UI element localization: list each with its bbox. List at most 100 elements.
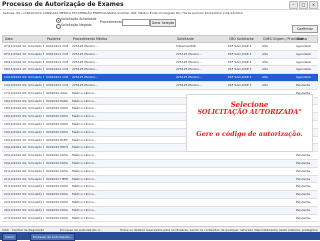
table-row[interactable]: 21/12/2012 09: Simulado 930202010 DOSAGE… <box>2 168 318 176</box>
header-status[interactable]: Status <box>297 36 319 42</box>
table-cell: Médico Clínico... <box>72 215 97 220</box>
table-row[interactable]: 07/11/2012 10: Simulado 8503010101 CONSU… <box>2 50 318 59</box>
table-row[interactable]: 08/11/2012 10: Simulado 8603010101 CONSU… <box>2 66 318 75</box>
radio-negada-label: Solicitação Negada <box>61 23 92 27</box>
table-cell: 19/12/2012 10: Simulado 91 <box>4 121 44 126</box>
table-cell: 07/11/2012 10: Simulado 85 <box>4 51 44 56</box>
filter-line: Setores: 05 → 030101072 CONSULTA MEDICA … <box>0 10 320 16</box>
table-cell: 0202010 DOSAGEM DE CLORETO <box>46 106 68 111</box>
table-cell: Médico Clínico... <box>72 137 97 142</box>
radio-autorizada-label: Solicitação Autorizada <box>61 17 97 21</box>
header-paciente[interactable]: Paciente <box>47 36 69 42</box>
table-cell: Alta <box>262 44 268 48</box>
table-cell: 225125 Medico... <box>72 51 98 56</box>
gerar-selecao-button[interactable]: Gerar Seleção <box>150 19 176 27</box>
table-cell: 0202010 AVALIAÇÃO DE FUNÇÃO PULMONAR <box>46 90 68 95</box>
table-cell: Médico Clínico... <box>72 168 97 173</box>
table-cell: 21/12/2012 09: Simulado 93 <box>4 168 44 173</box>
table-cell: 21/12/2012 09: Simulado 93 <box>4 184 44 189</box>
header-data[interactable]: Data <box>5 36 45 42</box>
table-cell: Alta <box>262 51 268 56</box>
table-cell: 0202010 DOSAGEM DE TSH <box>46 184 68 189</box>
table-cell: 27/12/2012 09: Simulado 96 <box>4 215 44 220</box>
table-cell: 0202010 ELETROCARDIOGRAMA <box>46 137 68 142</box>
table-cell: 0202010 DOSAGEM DE UREIA <box>46 129 68 134</box>
table-row[interactable]: 08/11/2012 10: Simulado 8603010101 CONSU… <box>2 59 318 67</box>
table-cell: Agendado <box>296 75 312 80</box>
procedure-input[interactable] <box>122 19 150 26</box>
table-cell: Médico Clínico... <box>72 121 97 126</box>
header-cnes[interactable]: CNES Origem / Prioridade <box>263 36 304 42</box>
table-cell: Sistema/AMP <box>176 44 196 48</box>
table-cell: Agendado <box>296 51 312 56</box>
table-cell: PSF SAO JOSE II <box>228 82 252 87</box>
table-row[interactable]: 21/12/2012 09: Simulado 930202010 DOSAGE… <box>2 183 318 192</box>
confirmar-button[interactable]: Confirmar <box>292 25 318 33</box>
table-cell: 0202010 DOSAGEM DE CREATININA <box>46 114 68 119</box>
table-cell: 225125 Medico... <box>72 82 98 87</box>
table-cell: Pendente <box>296 168 311 173</box>
table-cell: Alta <box>262 75 268 80</box>
table-cell: 225125 Medico... <box>72 67 98 72</box>
table-row[interactable]: 26/12/2012 09: Simulado 950202010 DOSAGE… <box>2 206 318 215</box>
table-row[interactable]: 14/12/2012 09: Simulado 8803010101 CONSU… <box>2 74 318 82</box>
table-row[interactable]: 14/12/2012 09: Simulado 8803010101 CONSU… <box>2 81 318 90</box>
table-cell: Pendente <box>296 192 311 197</box>
table-cell: 225125 Medico... <box>176 51 202 56</box>
callout-line-3: Gere o código de autorização. <box>196 130 303 138</box>
table-cell: Médico Clínico... <box>72 90 97 95</box>
table-cell: Médico Clínico... <box>72 160 97 165</box>
table-cell: 03010101 CONSULTA MEDICA EM ATENÇÃO BASI… <box>46 75 68 80</box>
table-row[interactable]: 21/12/2012 09: Simulado 930202010 HEMOGR… <box>2 175 318 184</box>
maximize-icon[interactable]: □ <box>299 1 308 9</box>
table-cell: 225125 Medico... <box>176 59 202 64</box>
table-cell: Médico Clínico... <box>72 199 97 204</box>
table-cell: Agendado <box>296 59 312 64</box>
table-cell: 08/11/2012 10: Simulado 86 <box>4 59 44 64</box>
table-cell: Médico Clínico... <box>72 153 97 158</box>
instruction-callout: Selecione SOLICITAÇÃO AUTORIZADA" Gere o… <box>186 94 313 152</box>
table-cell: Alta <box>262 67 268 72</box>
table-cell: Pendente <box>296 153 311 158</box>
table-cell: 225125 Medico... <box>72 59 98 64</box>
table-row[interactable]: 27/12/2012 09: Simulado 960202010 DOSAGE… <box>2 215 318 223</box>
table-cell: Médico Clínico... <box>72 192 97 197</box>
table-cell: 0202010 PARALISIA DA BETA-CADEIA <box>46 98 68 103</box>
table-cell: 225125 Medico... <box>176 67 202 72</box>
table-cell: 03010101 CONSULTA MEDICA EM ATENÇÃO BASI… <box>46 82 68 87</box>
table-row[interactable]: 22/12/2012 09: Simulado 940202010 DOSAGE… <box>2 191 318 199</box>
table-cell: 0202010 DOSAGEM DE COLESTEROL <box>46 160 68 165</box>
table-row[interactable]: 20/12/2012 09: Simulado 920202010 DOSAGE… <box>2 152 318 160</box>
header-procedimento[interactable]: Procedimento Médico <box>73 36 173 42</box>
table-row[interactable]: 22/12/2012 09: Simulado 940202010 DOSAGE… <box>2 199 318 207</box>
table-cell: 19/12/2012 10: Simulado 91 <box>4 137 44 142</box>
table-row[interactable]: 07/11/2012 10: Simulado 8503010101 CONSU… <box>2 43 318 51</box>
table-cell: 225125 Medico... <box>72 75 98 80</box>
table-cell: 0202010 DOSAGEM DE GLICOSE <box>46 153 68 158</box>
table-cell: 03010101 CONSULTA MEDICA EM ATENÇÃO BASI… <box>46 59 68 64</box>
window-title: Processo de Autorização de Exames <box>2 1 124 8</box>
table-cell: 0202010 HEMOGRAMA COMPLETO <box>46 176 68 181</box>
table-cell: Pendente <box>296 160 311 165</box>
table-cell: 14/12/2012 09: Simulado 88 <box>4 75 44 80</box>
table-cell: 0202010 ERITROGRAMA <box>46 145 68 150</box>
table-cell: Médico Clínico... <box>72 207 97 212</box>
header-solicitante[interactable]: Solicitante <box>177 36 227 42</box>
table-cell: Pendente <box>296 176 311 181</box>
table-row[interactable]: 20/12/2012 09: Simulado 920202010 DOSAGE… <box>2 159 318 168</box>
taskbar: Iniciar Processo de Autorização... <box>0 232 320 241</box>
table-cell: 0202010 DOSAGEM DE HEMOGLOBINA <box>46 192 68 197</box>
close-icon[interactable]: × <box>309 1 318 9</box>
table-cell: PSF SAO JOSE II <box>228 51 252 56</box>
table-cell: 18/12/2012 09: Simulado 90 <box>4 106 44 111</box>
table-cell: Agendado <box>296 67 312 72</box>
controls-panel: Solicitação Autorizada Solicitação Negad… <box>0 17 320 33</box>
window-titlebar: Processo de Autorização de Exames – □ × <box>0 0 320 10</box>
table-cell: 08/11/2012 10: Simulado 86 <box>4 67 44 72</box>
header-cbo[interactable]: CBO Solicitante <box>229 36 261 42</box>
table-cell: 18/12/2012 09: Simulado 90 <box>4 114 44 119</box>
table-cell: 14/12/2012 09: Simulado 88 <box>4 82 44 87</box>
minimize-icon[interactable]: – <box>289 1 298 9</box>
table-cell: 17/12/2012 09: Simulado 89 <box>4 90 44 95</box>
table-cell: 19/12/2012 10: Simulado 91 <box>4 145 44 150</box>
